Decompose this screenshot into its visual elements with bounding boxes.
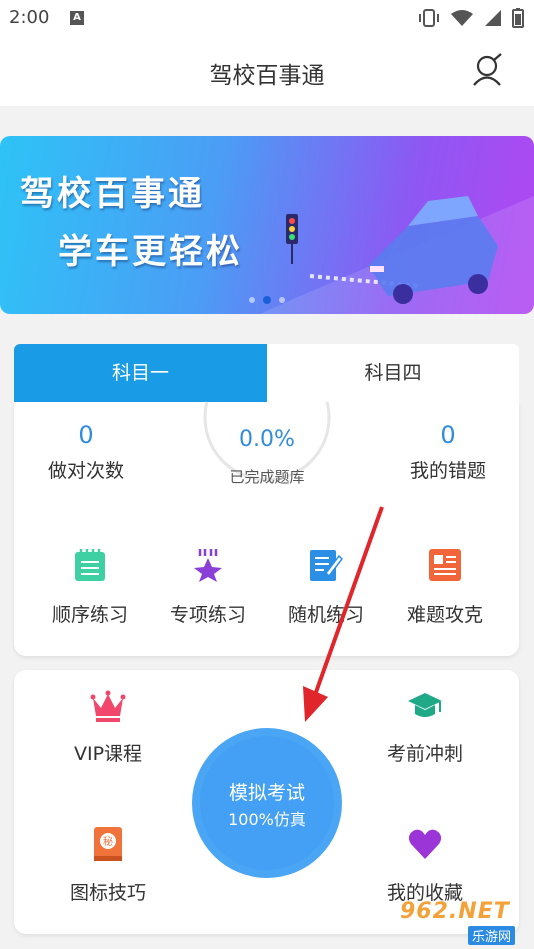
user-profile-icon[interactable] <box>470 52 506 88</box>
status-time: 2:00 <box>9 7 50 28</box>
completion-percent: 0.0% <box>239 427 295 452</box>
practice-sequential-label[interactable]: 顺序练习 <box>30 600 150 627</box>
banner-pagination <box>0 296 534 304</box>
app-bar: 驾校百事通 <box>0 36 534 106</box>
wrong-count-label[interactable]: 我的错题 <box>378 456 518 483</box>
battery-icon <box>512 8 524 28</box>
banner-headline: 驾校百事通 <box>20 174 205 214</box>
watermark-subtext: 乐游网 <box>468 926 516 945</box>
pagination-dot[interactable] <box>279 297 285 303</box>
completion-ring <box>203 401 331 482</box>
wifi-icon <box>451 10 473 26</box>
page-title: 驾校百事通 <box>209 63 325 89</box>
heart-icon[interactable] <box>407 826 443 862</box>
mock-exam-title: 模拟考试 <box>228 782 305 804</box>
wrong-count-value: 0 <box>440 421 456 449</box>
pagination-dot-active[interactable] <box>263 296 271 304</box>
banner-subheadline: 学车更轻松 <box>58 232 243 272</box>
secret-book-icon[interactable]: 秘 <box>90 826 126 862</box>
edit-note-icon[interactable] <box>309 548 343 582</box>
correct-count-value: 0 <box>78 421 94 449</box>
pagination-dot[interactable] <box>249 297 255 303</box>
vibrate-icon <box>419 9 439 27</box>
icon-tips-label[interactable]: 图标技巧 <box>33 878 183 905</box>
practice-topic-label[interactable]: 专项练习 <box>148 600 268 627</box>
sprint-label[interactable]: 考前冲刺 <box>350 739 500 766</box>
vip-course-label[interactable]: VIP课程 <box>33 739 183 766</box>
notepad-icon[interactable] <box>73 548 107 582</box>
completion-label: 已完成题库 <box>229 468 305 486</box>
mock-exam-subtitle: 100%仿真 <box>228 810 306 829</box>
graduation-cap-icon[interactable] <box>407 688 443 724</box>
practice-random-label[interactable]: 随机练习 <box>266 600 386 627</box>
correct-count-label[interactable]: 做对次数 <box>16 456 156 483</box>
star-icon[interactable] <box>191 548 225 582</box>
svg-text:秘: 秘 <box>103 835 113 848</box>
crown-icon[interactable] <box>90 688 126 724</box>
signal-icon <box>485 10 501 26</box>
status-bar: 2:00 A <box>0 0 534 36</box>
watermark-logo: 962.NET <box>400 899 510 924</box>
document-icon[interactable] <box>428 548 462 582</box>
notification-icon: A <box>70 11 84 25</box>
status-icons <box>418 8 524 28</box>
practice-hard-label[interactable]: 难题攻克 <box>385 600 505 627</box>
